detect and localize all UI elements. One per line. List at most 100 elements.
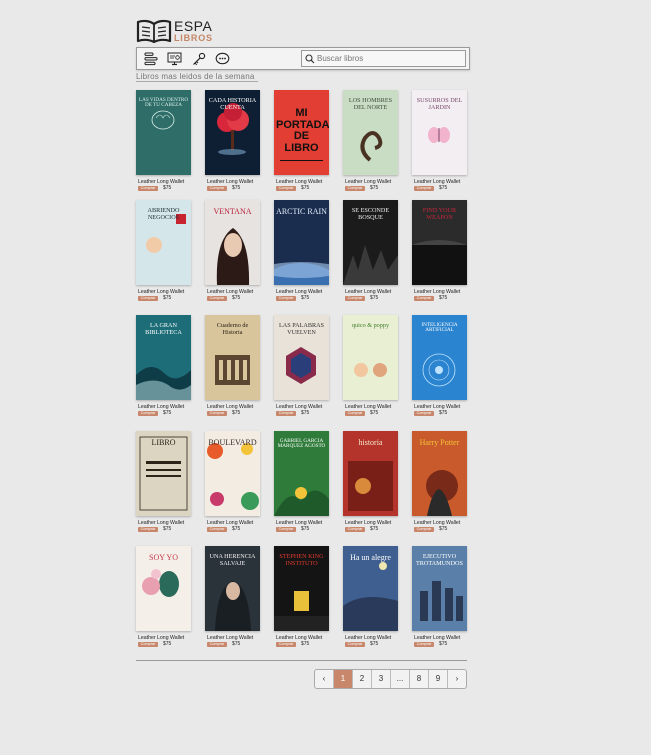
book-cover[interactable]: Cuaderno de Historia (205, 315, 260, 400)
buy-button[interactable]: Comprar (276, 642, 296, 647)
book-cover[interactable]: BOULEVARD (205, 431, 260, 516)
book-price: $75 (301, 526, 310, 532)
book-cover[interactable]: FIND YOUR WEAPON (412, 200, 467, 285)
book-price: $75 (370, 295, 379, 301)
buy-button[interactable]: Comprar (414, 296, 434, 301)
buy-button[interactable]: Comprar (345, 186, 365, 191)
book-price: $75 (232, 295, 241, 301)
search-input[interactable] (317, 54, 452, 63)
book-name: Leather Long Wallet (276, 289, 323, 295)
open-book-icon (136, 19, 172, 43)
pagination-page-8[interactable]: 8 (410, 670, 429, 688)
book-cover-title: INTELIGENCIA ARTIFICIAL (421, 322, 458, 334)
list-icon[interactable] (142, 50, 159, 67)
pagination-prev-button[interactable]: ‹ (315, 670, 334, 688)
monitor-icon[interactable] (166, 50, 183, 67)
book-cover[interactable]: UNA HERENCIA SALVAJE (205, 546, 260, 631)
chat-icon[interactable] (214, 50, 231, 67)
buy-button[interactable]: Comprar (207, 186, 227, 191)
book-price: $75 (439, 295, 448, 301)
book-name: Leather Long Wallet (345, 404, 392, 410)
buy-button[interactable]: Comprar (276, 296, 296, 301)
book-cover[interactable]: INTELIGENCIA ARTIFICIAL (412, 315, 467, 400)
book-cover[interactable]: SOY YO (136, 546, 191, 631)
book-cover[interactable]: GABRIEL GARCIA MARQUEZ AGOSTO (274, 431, 329, 516)
buy-button[interactable]: Comprar (414, 186, 434, 191)
buy-button[interactable]: Comprar (207, 527, 227, 532)
logo-text: ESPA LIBROS (174, 19, 213, 43)
book-cover[interactable]: STEPHEN KING INSTITUTO (274, 546, 329, 631)
book-price: $75 (301, 295, 310, 301)
search-box[interactable] (301, 50, 466, 67)
pagination-page-2[interactable]: 2 (353, 670, 372, 688)
book-price: $75 (301, 185, 310, 191)
buy-button[interactable]: Comprar (207, 296, 227, 301)
buy-button[interactable]: Comprar (138, 186, 158, 191)
book-cover[interactable]: Ha un alegre (343, 546, 398, 631)
buy-button[interactable]: Comprar (276, 411, 296, 416)
book-cover-title: quico & poppy (351, 322, 390, 329)
section-title: Libros mas leidos de la semana (136, 72, 258, 82)
book-name: Leather Long Wallet (207, 520, 254, 526)
book-cover[interactable]: LAS VIDAS DENTRO DE TU CABEZA (136, 90, 191, 175)
buy-button[interactable]: Comprar (276, 527, 296, 532)
book-cover[interactable]: LIBRO (136, 431, 191, 516)
book-cover-title: historia (358, 438, 383, 447)
book-price: $75 (370, 185, 379, 191)
book-cover[interactable]: LA GRAN BIBLIOTECA (136, 315, 191, 400)
book-price: $75 (232, 185, 241, 191)
buy-button[interactable]: Comprar (138, 411, 158, 416)
book-cover-title: LA GRAN BIBLIOTECA (145, 322, 182, 336)
pagination-next-button[interactable]: › (448, 670, 466, 688)
buy-button[interactable]: Comprar (414, 527, 434, 532)
book-cover[interactable]: Harry Potter (412, 431, 467, 516)
pagination-ellipsis: ... (391, 670, 410, 688)
book-cover[interactable]: ABRIENDO NEGOCIOS (136, 200, 191, 285)
buy-button[interactable]: Comprar (345, 642, 365, 647)
buy-button[interactable]: Comprar (345, 527, 365, 532)
book-cover[interactable]: LAS PALABRAS VUELVEN (274, 315, 329, 400)
book-cover[interactable]: LOS HOMBRES DEL NORTE (343, 90, 398, 175)
book-cover[interactable]: MI PORTADA DE LIBRO (274, 90, 329, 175)
buy-button[interactable]: Comprar (276, 186, 296, 191)
book-name: Leather Long Wallet (138, 179, 185, 185)
key-icon[interactable] (190, 50, 207, 67)
book-cover[interactable]: ARCTIC RAIN (274, 200, 329, 285)
buy-button[interactable]: Comprar (414, 642, 434, 647)
book-cover-title: LAS PALABRAS VUELVEN (279, 322, 324, 336)
buy-button[interactable]: Comprar (138, 527, 158, 532)
book-cover[interactable]: SUSURROS DEL JARDIN (412, 90, 467, 175)
book-price: $75 (163, 641, 172, 647)
book-cover[interactable]: quico & poppy (343, 315, 398, 400)
logo-line1: ESPA (174, 18, 213, 34)
book-name: Leather Long Wallet (138, 404, 185, 410)
book-cover-title: LOS HOMBRES DEL NORTE (348, 97, 393, 111)
book-cover[interactable]: VENTANA (205, 200, 260, 285)
book-price: $75 (163, 526, 172, 532)
logo[interactable]: ESPA LIBROS (136, 17, 213, 45)
book-price: $75 (370, 526, 379, 532)
book-price: $75 (439, 410, 448, 416)
book-name: Leather Long Wallet (414, 289, 461, 295)
book-cover[interactable]: CADA HISTORIA CUENTA (205, 90, 260, 175)
buy-button[interactable]: Comprar (207, 642, 227, 647)
buy-button[interactable]: Comprar (345, 411, 365, 416)
book-cover-title: LAS VIDAS DENTRO DE TU CABEZA (138, 97, 189, 109)
book-cover[interactable]: historia (343, 431, 398, 516)
buy-button[interactable]: Comprar (207, 411, 227, 416)
buy-button[interactable]: Comprar (138, 642, 158, 647)
pagination-page-3[interactable]: 3 (372, 670, 391, 688)
book-name: Leather Long Wallet (414, 520, 461, 526)
book-cover-title: CADA HISTORIA CUENTA (208, 97, 257, 111)
pagination-page-1[interactable]: 1 (334, 670, 353, 688)
buy-button[interactable]: Comprar (345, 296, 365, 301)
buy-button[interactable]: Comprar (414, 411, 434, 416)
book-price: $75 (301, 641, 310, 647)
book-name: Leather Long Wallet (207, 404, 254, 410)
buy-button[interactable]: Comprar (138, 296, 158, 301)
book-cover[interactable]: EJECUTIVO TROTAMUNDOS (412, 546, 467, 631)
pagination-page-9[interactable]: 9 (429, 670, 448, 688)
book-cover-title: Cuaderno de Historia (216, 322, 249, 336)
book-name: Leather Long Wallet (138, 289, 185, 295)
book-cover[interactable]: SE ESCONDE BOSQUE (343, 200, 398, 285)
